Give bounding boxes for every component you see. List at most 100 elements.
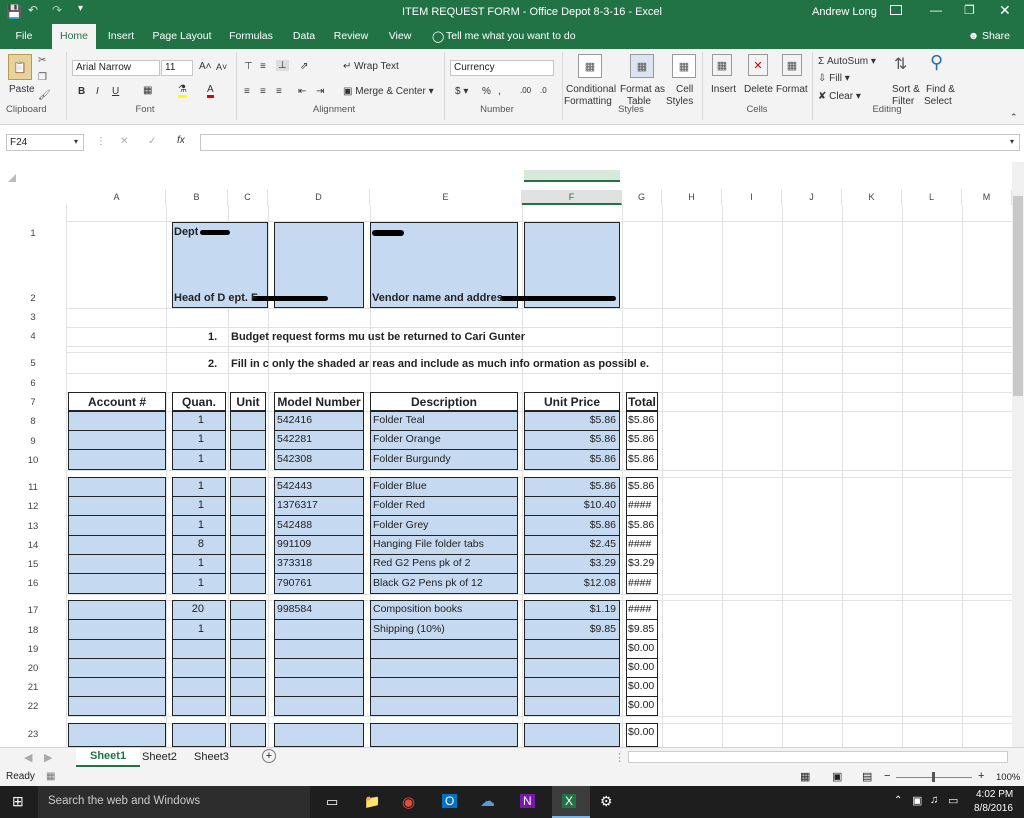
total-cell[interactable]: ####	[628, 499, 658, 511]
name-box[interactable]: F24	[6, 134, 84, 151]
unit-price-cell[interactable]: $5.86	[526, 519, 616, 531]
minimize-icon[interactable]: —	[930, 3, 942, 17]
row-header[interactable]: 23	[0, 729, 66, 740]
format-cells-icon[interactable]: ▦	[782, 54, 802, 76]
collapse-ribbon-icon[interactable]: ⌃	[1010, 112, 1018, 123]
total-cell[interactable]: ####	[628, 577, 658, 589]
align-middle-icon[interactable]: ≡	[260, 61, 266, 72]
col-header-j[interactable]: J	[782, 190, 842, 205]
col-header-i[interactable]: I	[722, 190, 782, 205]
model-cell[interactable]: 542281	[277, 433, 363, 445]
find-select-icon[interactable]: ⚲	[930, 52, 943, 73]
row-header[interactable]: 2	[0, 293, 66, 304]
onedrive-icon[interactable]: ☁	[480, 792, 495, 810]
zoom-out-icon[interactable]: −	[884, 770, 890, 782]
customize-qat-icon[interactable]: ▾	[78, 3, 83, 14]
task-view-icon[interactable]: ▭	[326, 794, 338, 810]
total-cell[interactable]: $0.00	[628, 642, 658, 654]
format-painter-icon[interactable]: 🖌	[38, 90, 51, 101]
sheet-tab-2[interactable]: Sheet2	[142, 751, 177, 763]
prev-sheet-icon[interactable]: ◀	[24, 751, 32, 764]
row-header[interactable]: 17	[0, 605, 66, 616]
decrease-decimal-icon[interactable]: .0	[540, 86, 547, 95]
onenote-icon[interactable]: N	[520, 794, 535, 808]
col-header-h[interactable]: H	[662, 190, 722, 205]
sort-filter-icon[interactable]: ⇅	[894, 54, 907, 74]
unit-price-cell[interactable]: $9.85	[526, 623, 616, 635]
unit-price-cell[interactable]: $5.86	[526, 480, 616, 492]
model-cell[interactable]: 542308	[277, 453, 363, 465]
select-all-icon[interactable]	[8, 174, 16, 182]
scrollbar-thumb[interactable]	[1013, 196, 1023, 396]
enter-icon[interactable]: ✓	[148, 136, 156, 147]
model-cell[interactable]: 542488	[277, 519, 363, 531]
row-header[interactable]: 21	[0, 682, 66, 693]
row-header[interactable]: 22	[0, 701, 66, 712]
align-left-icon[interactable]: ≡	[244, 86, 250, 97]
shaded-block[interactable]	[524, 723, 620, 747]
shaded-block[interactable]	[230, 411, 266, 470]
description-cell[interactable]: Folder Red	[373, 499, 517, 511]
unit-price-cell[interactable]: $5.86	[526, 453, 616, 465]
quantity-cell[interactable]: 1	[174, 577, 204, 589]
model-cell[interactable]: 998584	[277, 603, 363, 615]
quantity-cell[interactable]: 8	[174, 538, 204, 550]
quantity-cell[interactable]: 1	[174, 414, 204, 426]
paste-button[interactable]: Paste	[9, 84, 35, 95]
col-header-l[interactable]: L	[902, 190, 962, 205]
description-cell[interactable]: Folder Teal	[373, 414, 517, 426]
macro-icon[interactable]: ▦	[46, 771, 55, 782]
description-cell[interactable]: Hanging File folder tabs	[373, 538, 517, 550]
quantity-cell[interactable]: 1	[174, 480, 204, 492]
cut-icon[interactable]: ✂	[38, 55, 46, 66]
outlook-icon[interactable]: O	[442, 794, 458, 808]
cancel-icon[interactable]: ✕	[120, 136, 128, 147]
tab-formulas[interactable]: Formulas	[226, 24, 276, 49]
fill-color-icon[interactable]: ⚗	[178, 84, 187, 98]
row-header[interactable]: 9	[0, 436, 66, 447]
tab-page-layout[interactable]: Page Layout	[150, 24, 214, 49]
row-header[interactable]: 1	[0, 228, 66, 239]
tab-home[interactable]: Home	[52, 24, 96, 50]
unit-price-cell[interactable]: $3.29	[526, 557, 616, 569]
app-icon[interactable]: ⚙	[600, 793, 613, 810]
tab-data[interactable]: Data	[288, 24, 320, 49]
shrink-font-icon[interactable]: A˅	[216, 62, 227, 72]
tab-review[interactable]: Review	[332, 24, 370, 49]
excel-icon[interactable]: X	[562, 794, 577, 808]
col-header-m[interactable]: M	[962, 190, 1012, 205]
horizontal-scrollbar[interactable]	[628, 751, 1008, 763]
format-as-table-icon[interactable]: ▦	[630, 54, 654, 78]
grow-font-icon[interactable]: A˄	[199, 61, 212, 72]
quantity-cell[interactable]: 1	[174, 453, 204, 465]
normal-view-icon[interactable]: ▦	[800, 770, 810, 783]
delete-cells-icon[interactable]: ✕	[748, 54, 768, 76]
conditional-formatting-icon[interactable]: ▦	[578, 54, 602, 78]
col-header-b[interactable]: B	[166, 190, 228, 205]
find-select-button[interactable]: Find &	[926, 84, 955, 95]
increase-indent-icon[interactable]: ⇥	[316, 86, 324, 97]
total-cell[interactable]: $9.85	[628, 623, 658, 635]
row-header[interactable]: 7	[0, 397, 66, 408]
bold-icon[interactable]: B	[78, 86, 85, 97]
quantity-cell[interactable]: 1	[174, 623, 204, 635]
page-break-view-icon[interactable]: ▤	[862, 770, 872, 783]
total-cell[interactable]: $5.86	[628, 414, 658, 426]
sheet-tab-3[interactable]: Sheet3	[194, 751, 229, 763]
total-cell[interactable]: $5.86	[628, 480, 658, 492]
row-header[interactable]: 12	[0, 501, 66, 512]
row-header[interactable]: 16	[0, 578, 66, 589]
shaded-block[interactable]	[68, 411, 166, 470]
description-cell[interactable]: Shipping (10%)	[373, 623, 517, 635]
page-layout-view-icon[interactable]: ▣	[832, 770, 842, 783]
zoom-level[interactable]: 100%	[996, 772, 1020, 783]
unit-price-cell[interactable]: $12.08	[526, 577, 616, 589]
close-icon[interactable]: ✕	[999, 2, 1011, 19]
quantity-cell[interactable]: 1	[174, 433, 204, 445]
underline-icon[interactable]: U	[112, 86, 119, 97]
name-box-dropdown-icon[interactable]: ▾	[74, 137, 78, 146]
ribbon-display-icon[interactable]	[890, 5, 902, 15]
comma-icon[interactable]: ,	[498, 86, 501, 97]
shaded-block[interactable]	[274, 723, 364, 747]
align-center-icon[interactable]: ≡	[260, 86, 266, 97]
